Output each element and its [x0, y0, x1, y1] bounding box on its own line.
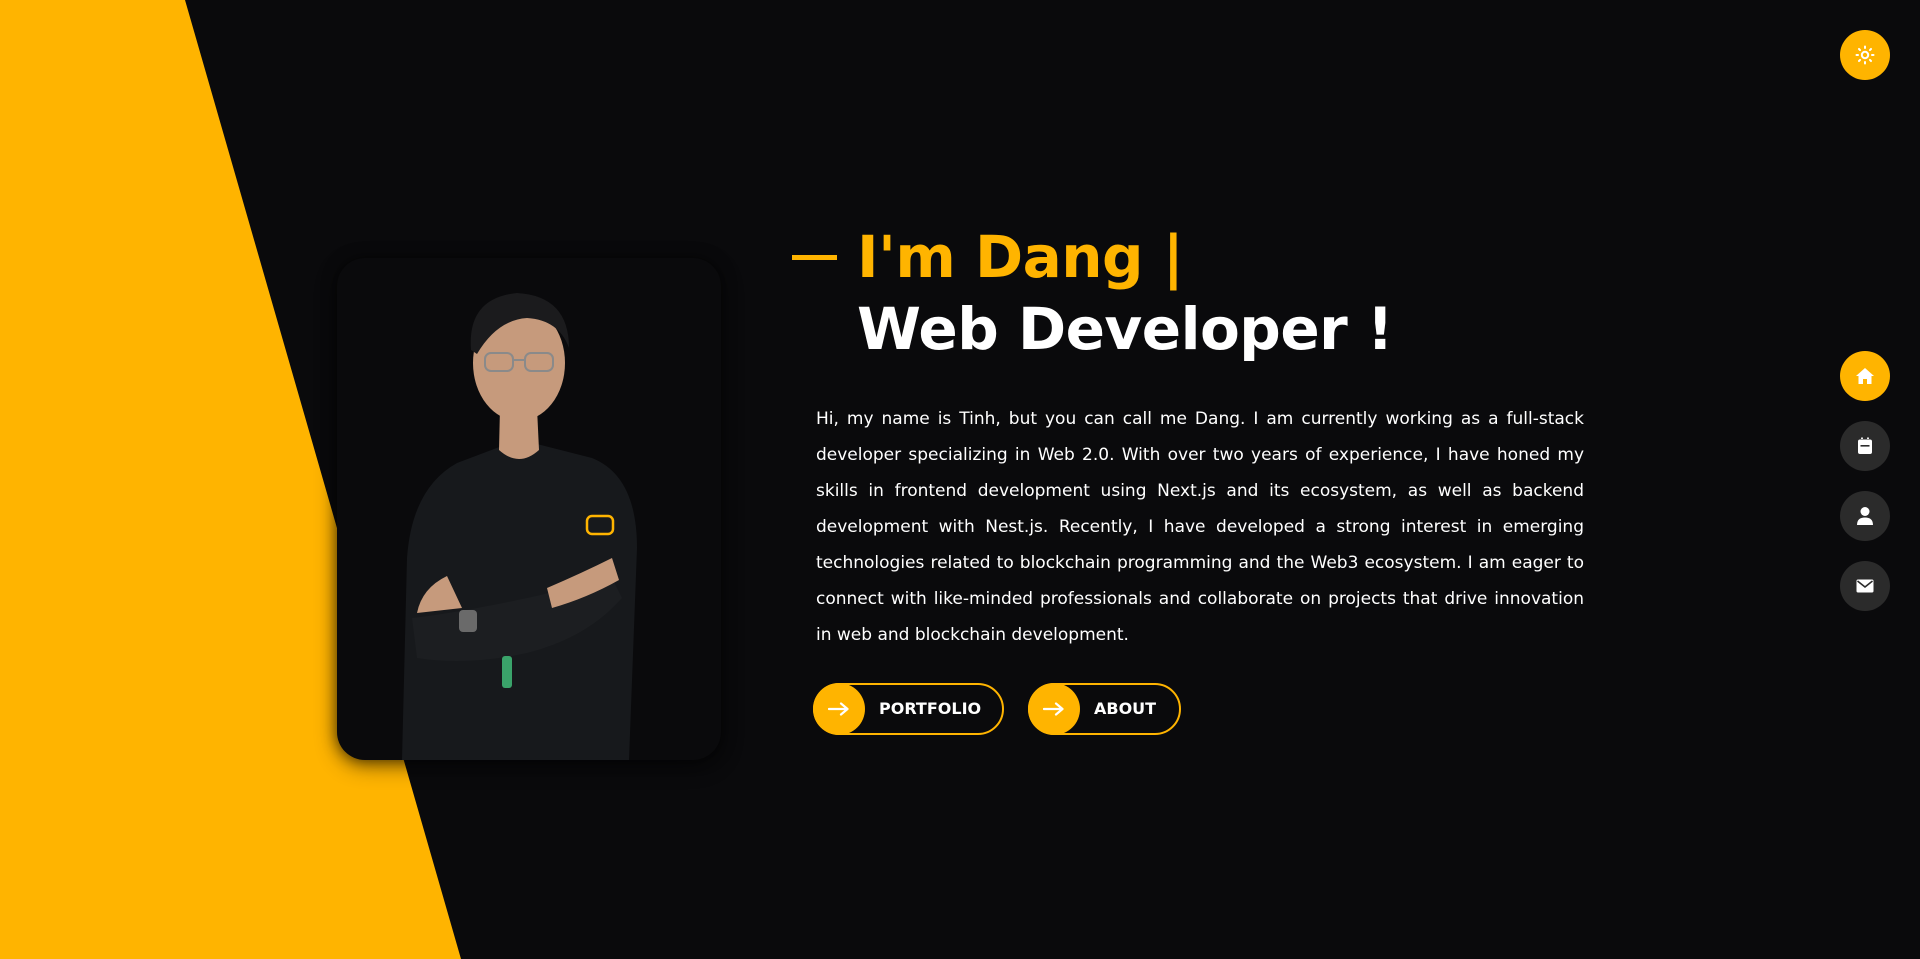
about-button-circle	[1028, 683, 1080, 735]
sun-icon	[1855, 45, 1875, 65]
nav-about-button[interactable]	[1840, 491, 1890, 541]
hero-bio: Hi, my name is Tinh, but you can call me…	[816, 409, 1584, 645]
theme-toggle-button[interactable]	[1840, 30, 1890, 80]
nav-home-button[interactable]	[1840, 351, 1890, 401]
portfolio-button-label: PORTFOLIO	[879, 699, 982, 718]
mail-icon	[1856, 579, 1874, 593]
portfolio-button-circle	[813, 683, 865, 735]
user-icon	[1857, 507, 1873, 525]
person-illustration	[402, 293, 637, 760]
nav-portfolio-button[interactable]	[1840, 421, 1890, 471]
profile-photo	[337, 258, 721, 760]
page: I'm Dang | Web Developer ! Hi, my name i…	[0, 0, 1920, 959]
heading-greeting: I'm Dang |	[857, 223, 1184, 291]
arrow-right-icon	[1043, 702, 1064, 716]
home-icon	[1856, 368, 1874, 384]
briefcase-icon	[1858, 437, 1872, 454]
nav-contact-button[interactable]	[1840, 561, 1890, 611]
arrow-right-icon	[828, 702, 849, 716]
portfolio-button[interactable]: PORTFOLIO	[813, 683, 1004, 735]
about-button[interactable]: ABOUT	[1028, 683, 1181, 735]
heading-role: Web Developer !	[857, 295, 1393, 363]
heading-dash	[792, 255, 837, 260]
about-button-label: ABOUT	[1094, 699, 1157, 718]
